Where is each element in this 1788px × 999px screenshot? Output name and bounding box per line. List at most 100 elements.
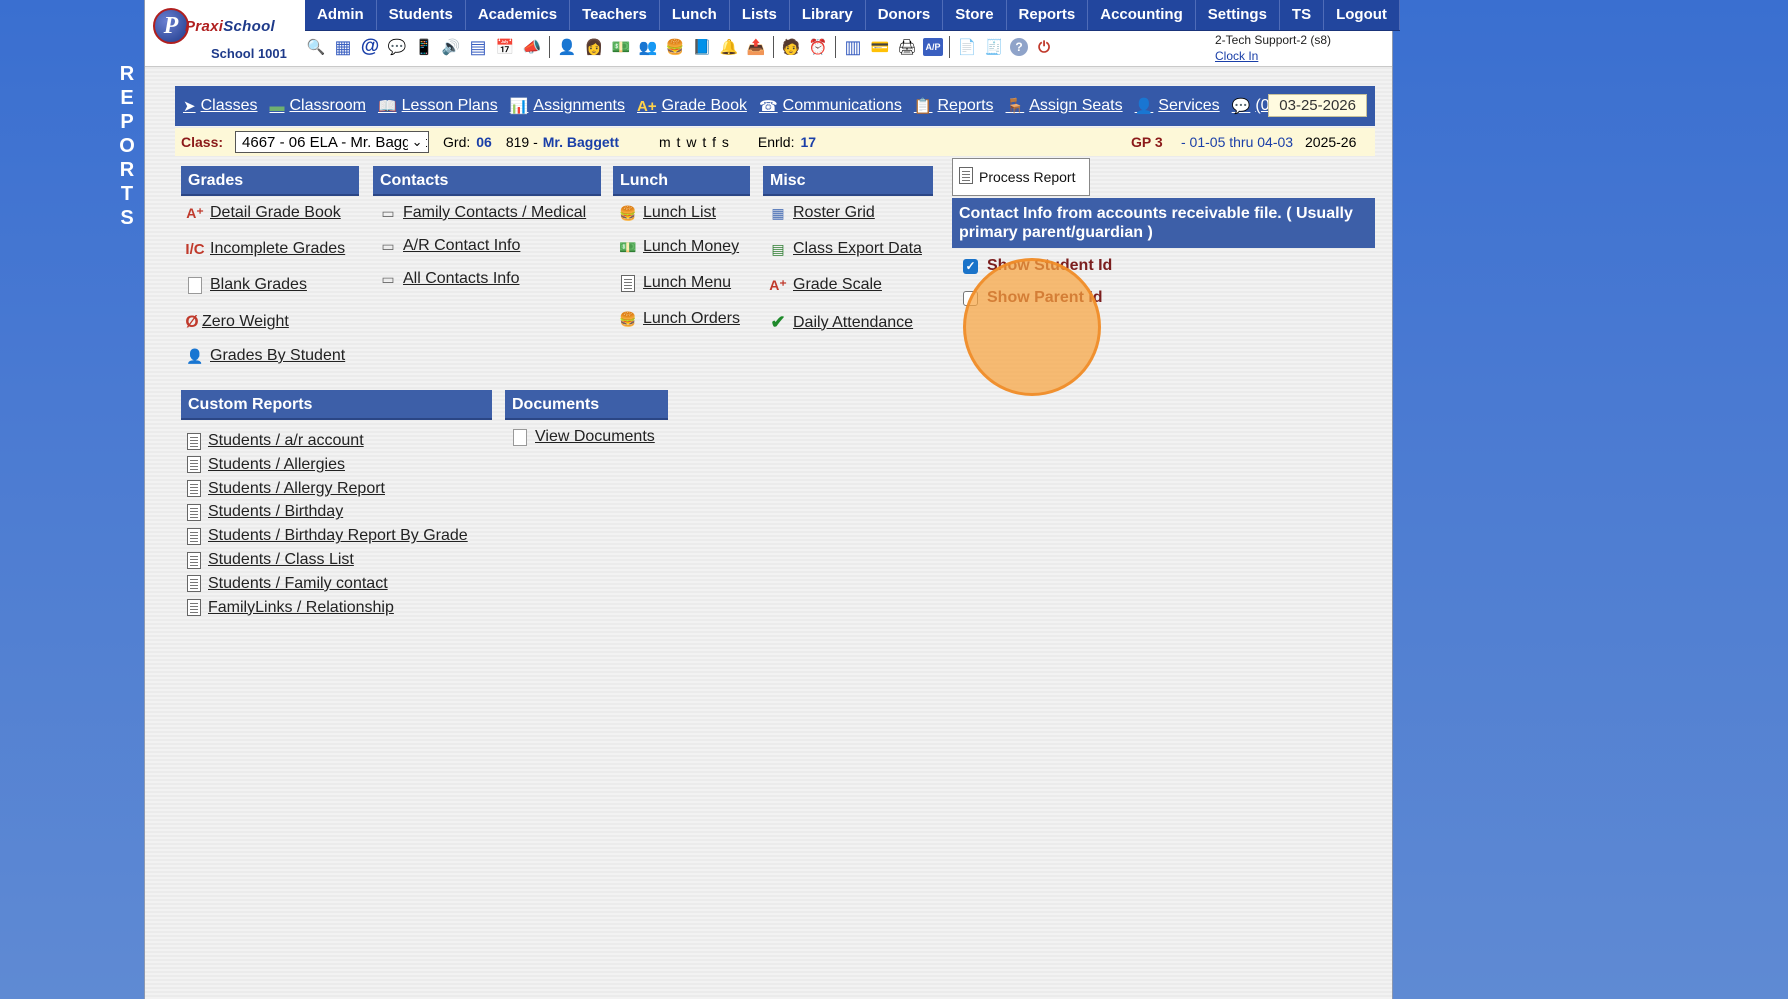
custom-report-item[interactable]: Students / a/r account xyxy=(185,432,364,450)
logo-mark: P xyxy=(153,8,189,44)
speaker-icon[interactable]: 🔊 xyxy=(440,36,462,58)
show-student-id-option[interactable]: ✓ Show Student Id xyxy=(963,257,1112,275)
misc-header: Misc xyxy=(763,166,933,196)
report-doc-icon xyxy=(185,527,203,545)
card-icon[interactable]: 💳 xyxy=(869,36,891,58)
link-blank-grades[interactable]: Blank Grades xyxy=(185,276,307,294)
megaphone-icon[interactable]: 📣 xyxy=(521,36,543,58)
link-zero-weight[interactable]: Ø Zero Weight xyxy=(185,312,289,332)
custom-report-item[interactable]: Students / Birthday Report By Grade xyxy=(185,527,468,545)
link-class-export-data[interactable]: ▤ Class Export Data xyxy=(768,240,922,258)
classnav-reports[interactable]: 📋 Reports xyxy=(914,97,994,115)
seat-icon: 🪑 xyxy=(1005,98,1025,115)
link-lunch-money[interactable]: 💵 Lunch Money xyxy=(618,238,739,256)
email-icon[interactable]: @ xyxy=(359,36,381,58)
classnav-lesson-plans[interactable]: 📖 Lesson Plans xyxy=(378,97,498,115)
lunch-header: Lunch xyxy=(613,166,750,196)
money-icon[interactable]: 💵 xyxy=(610,36,632,58)
link-lunch-list[interactable]: 🍔 Lunch List xyxy=(618,204,716,222)
nav-settings[interactable]: Settings xyxy=(1196,0,1280,30)
nav-accounting[interactable]: Accounting xyxy=(1088,0,1196,30)
link-lunch-orders[interactable]: 🍔 Lunch Orders xyxy=(618,310,740,328)
printer-icon[interactable]: 🖨 xyxy=(896,36,918,58)
link-view-documents[interactable]: View Documents xyxy=(510,428,655,446)
link-roster-grid[interactable]: ▦ Roster Grid xyxy=(768,204,874,222)
nav-ts[interactable]: TS xyxy=(1280,0,1325,30)
table-icon[interactable]: ▥ xyxy=(842,36,864,58)
calendar-grid-icon[interactable]: ▦ xyxy=(332,36,354,58)
search-icon[interactable]: 🔍 xyxy=(305,36,327,58)
custom-report-item[interactable]: Students / Birthday xyxy=(185,503,343,521)
clock-icon[interactable]: ⏰ xyxy=(807,36,829,58)
ap-icon[interactable]: A/P xyxy=(923,38,943,56)
classnav-label: Reports xyxy=(937,97,994,114)
book-icon[interactable]: 📘 xyxy=(691,36,713,58)
custom-report-label: Students / Class List xyxy=(208,551,354,568)
nav-library[interactable]: Library xyxy=(790,0,866,30)
link-lunch-menu[interactable]: Lunch Menu xyxy=(618,274,731,292)
show-parent-id-checkbox[interactable] xyxy=(963,290,978,306)
classnav-classroom[interactable]: ▬ Classroom xyxy=(269,97,365,115)
current-date[interactable]: 03-25-2026 xyxy=(1268,94,1367,117)
cash-register-icon[interactable]: 🧾 xyxy=(983,36,1005,58)
nav-lunch[interactable]: Lunch xyxy=(660,0,730,30)
custom-report-item[interactable]: Students / Family contact xyxy=(185,575,388,593)
report-doc-icon xyxy=(185,575,203,593)
show-student-id-checkbox[interactable]: ✓ xyxy=(963,258,978,274)
clock-in-link[interactable]: Clock In xyxy=(1215,48,1331,64)
teacher-icon[interactable]: 👩 xyxy=(583,36,605,58)
phone-icon[interactable]: 📱 xyxy=(413,36,435,58)
link-family-contacts[interactable]: ▭ Family Contacts / Medical xyxy=(378,204,586,222)
link-all-contacts-info[interactable]: ▭ All Contacts Info xyxy=(378,270,519,288)
chat-icon[interactable]: 💬 xyxy=(386,36,408,58)
link-ar-contact-info[interactable]: ▭ A/R Contact Info xyxy=(378,237,520,255)
class-select[interactable]: 4667 - 06 ELA - Mr. Baggett ⌄ xyxy=(235,131,430,153)
bell-icon[interactable]: 🔔 xyxy=(718,36,740,58)
side-label: R E P O R T S xyxy=(116,62,138,230)
toolbar-separator xyxy=(835,36,836,58)
nav-lists[interactable]: Lists xyxy=(730,0,790,30)
link-grades-by-student[interactable]: 👤 Grades By Student xyxy=(185,347,345,365)
custom-report-item[interactable]: Students / Allergies xyxy=(185,456,345,474)
pdf-icon[interactable]: 📄 xyxy=(956,36,978,58)
classnav-grade-book[interactable]: A+ Grade Book xyxy=(637,97,747,115)
nav-teachers[interactable]: Teachers xyxy=(570,0,660,30)
logo[interactable]: P PraxiSchool School 1001 xyxy=(149,6,299,62)
classnav-classes[interactable]: ➤ Classes xyxy=(183,97,257,115)
school-name: School 1001 xyxy=(211,46,287,61)
link-detail-grade-book[interactable]: A⁺ Detail Grade Book xyxy=(185,204,341,222)
side-letter: O xyxy=(119,135,135,157)
classnav-communications[interactable]: ☎ Communications xyxy=(759,97,902,115)
group-icon[interactable]: 👥 xyxy=(637,36,659,58)
help-icon[interactable]: ? xyxy=(1010,38,1028,56)
page: P PraxiSchool School 1001 Admin Students… xyxy=(144,0,1400,999)
nav-students[interactable]: Students xyxy=(377,0,466,30)
link-label: Zero Weight xyxy=(202,313,289,330)
classnav-services[interactable]: 👤 Services xyxy=(1135,97,1220,115)
custom-report-item[interactable]: FamilyLinks / Relationship xyxy=(185,599,394,617)
link-grade-scale[interactable]: A⁺ Grade Scale xyxy=(768,276,882,294)
export-icon[interactable]: 📤 xyxy=(745,36,767,58)
custom-report-label: Students / Family contact xyxy=(208,574,388,592)
custom-report-item[interactable]: Students / Class List xyxy=(185,551,354,569)
nav-admin[interactable]: Admin xyxy=(305,0,377,30)
link-incomplete-grades[interactable]: I/C Incomplete Grades xyxy=(185,240,345,258)
form-icon[interactable]: ▤ xyxy=(467,36,489,58)
nav-store[interactable]: Store xyxy=(943,0,1007,30)
link-label: Detail Grade Book xyxy=(210,204,341,221)
calendar-icon[interactable]: 📅 xyxy=(494,36,516,58)
nav-donors[interactable]: Donors xyxy=(866,0,944,30)
lunch-icon[interactable]: 🍔 xyxy=(664,36,686,58)
process-report-button[interactable]: Process Report xyxy=(952,158,1090,196)
nav-academics[interactable]: Academics xyxy=(466,0,571,30)
classnav-assignments[interactable]: 📊 Assignments xyxy=(510,97,625,115)
add-user-icon[interactable]: 👤 xyxy=(556,36,578,58)
show-parent-id-option[interactable]: Show Parent Id xyxy=(963,289,1103,307)
nav-logout[interactable]: Logout xyxy=(1324,0,1400,30)
power-icon[interactable]: ⏻ xyxy=(1033,36,1055,58)
staff-icon[interactable]: 🧑 xyxy=(780,36,802,58)
nav-reports[interactable]: Reports xyxy=(1007,0,1089,30)
classnav-assign-seats[interactable]: 🪑 Assign Seats xyxy=(1006,97,1123,115)
link-daily-attendance[interactable]: ✔ Daily Attendance xyxy=(768,312,913,333)
custom-report-item[interactable]: Students / Allergy Report xyxy=(185,480,385,498)
